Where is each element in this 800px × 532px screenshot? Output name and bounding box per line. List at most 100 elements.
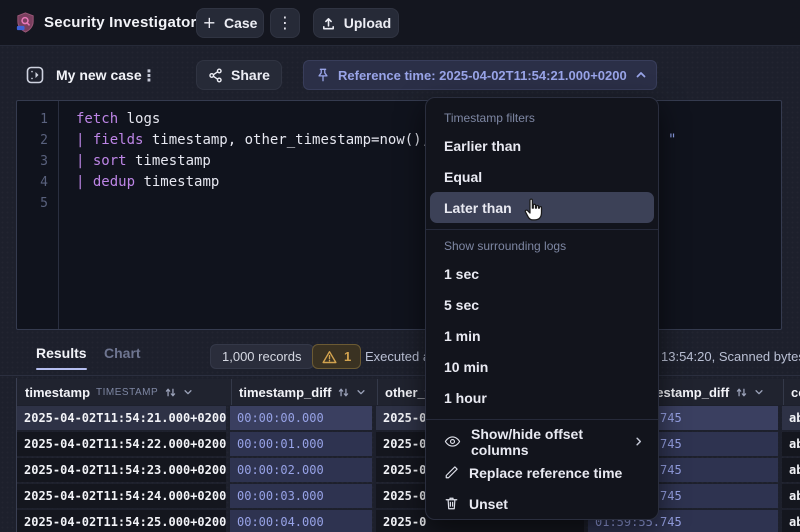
table-cell: 2025-04-02T11:54:23.000+0200 [17,458,226,482]
sort-icon[interactable] [337,386,350,399]
trash-icon [444,496,459,511]
active-tab-underline [36,368,87,370]
new-case-button[interactable]: + Case [196,8,264,38]
top-bar: Security Investigator + Case ⋮ Upload [0,0,800,46]
security-investigator-app: Security Investigator + Case ⋮ Upload My… [0,0,800,532]
menu-item-later-than[interactable]: Later than [430,192,654,223]
kebab-icon: ⋮ [277,15,293,31]
pencil-icon [444,465,459,480]
eye-icon [444,433,461,450]
warning-badge[interactable]: 1 [312,344,361,369]
tab-results[interactable]: Results [36,345,87,361]
query-editor[interactable]: 12345 fetch logs | fields timestamp, othe… [16,100,782,330]
upload-icon [321,16,336,31]
menu-item-label: 10 min [444,359,488,375]
menu-item-label: 1 hour [444,390,487,406]
menu-item-earlier-than[interactable]: Earlier than [426,130,658,161]
reference-time-label: Reference time: 2025-04-02T11:54:21.000+… [338,68,627,83]
menu-item-1-hour[interactable]: 1 hour [426,382,658,413]
table-cell: 2025-04-02T11:54:21.000+0200 [17,406,226,430]
records-count-badge: 1,000 records [210,344,314,369]
topbar-more-options-button[interactable]: ⋮ [270,8,300,38]
menu-item-1-sec[interactable]: 1 sec [426,258,658,289]
menu-item-label: Replace reference time [469,465,622,481]
share-button[interactable]: Share [196,60,282,90]
line-number: 5 [17,193,58,214]
panel-toggle-icon[interactable] [26,66,44,84]
line-number: 2 [17,130,58,151]
column-header-timestamp[interactable]: timestamp TIMESTAMP [18,379,227,405]
menu-item-label: 1 min [444,328,481,344]
menu-item-label: Unset [469,496,508,512]
line-number: 1 [17,109,58,130]
code-keyword: | dedup [76,174,135,190]
table-cell: ab [782,458,800,482]
code-text-fragment: " [668,130,676,151]
menu-item-5-sec[interactable]: 5 sec [426,289,658,320]
menu-item-label: Later than [444,200,512,216]
case-more-options-icon[interactable]: ⋮ [141,66,157,85]
share-icon [208,68,223,83]
table-cell: ab [782,432,800,456]
plus-icon: + [203,15,216,31]
table-cell: 00:00:04.000 [230,510,372,532]
menu-item-unset[interactable]: Unset [426,488,658,519]
column-type-label: TIMESTAMP [96,387,158,398]
column-header-co[interactable]: co [783,379,800,405]
chevron-down-icon[interactable] [754,387,764,397]
code-text: timestamp, other_timestamp=now(), [143,132,430,148]
menu-item-show-hide-offset-columns[interactable]: Show/hide offset columns [426,426,658,457]
chevron-up-icon [635,69,647,81]
code-text: logs [118,111,160,127]
column-name: timestamp [25,385,90,400]
table-cell: 00:00:00.000 [230,406,372,430]
table-cell: ab [782,484,800,508]
case-title: My new case [56,67,142,83]
execution-status-left: Executed a [365,349,430,364]
menu-item-label: Earlier than [444,138,521,154]
table-cell: 2025-04-02T11:54:25.000+0200 [17,510,226,532]
column-header-timestamp_diff[interactable]: timestamp_diff [231,379,373,405]
execution-status-right: 13:54:20, Scanned bytes: 1 0 [661,349,800,364]
code-lines: fetch logs | fields timestamp, other_time… [59,101,781,329]
menu-section-label: Show surrounding logs [426,236,658,258]
code-keyword: | fields [76,132,143,148]
menu-item-1-min[interactable]: 1 min [426,320,658,351]
code-text: timestamp [135,174,219,190]
app-logo-shield-icon [14,11,37,34]
code-keyword: | sort [76,153,127,169]
app-title: Security Investigator [44,14,197,31]
warning-triangle-icon [322,350,337,364]
tab-chart[interactable]: Chart [104,345,141,361]
results-divider [0,375,800,376]
chevron-down-icon[interactable] [183,387,193,397]
menu-item-equal[interactable]: Equal [426,161,658,192]
chevron-down-icon[interactable] [356,387,366,397]
menu-item-label: 5 sec [444,297,479,313]
code-keyword: fetch [76,111,118,127]
column-name: co [791,385,800,400]
records-count-label: 1,000 records [222,349,302,364]
table-cell: 2025-04-02T11:54:24.000+0200 [17,484,226,508]
menu-item-label: Equal [444,169,482,185]
menu-divider [426,419,658,420]
menu-item-replace-reference-time[interactable]: Replace reference time [426,457,658,488]
warning-count: 1 [344,349,351,364]
pin-icon [316,68,330,82]
menu-item-10-min[interactable]: 10 min [426,351,658,382]
table-cell: 00:00:02.000 [230,458,372,482]
reference-time-menu: Timestamp filters Earlier than Equal Later … [425,97,659,520]
table-header-row: timestampTIMESTAMP timestamp_diff other_… [17,379,800,405]
sort-icon[interactable] [164,386,177,399]
line-number: 4 [17,172,58,193]
editor-gutter: 12345 [17,101,59,329]
menu-item-label: Show/hide offset columns [471,426,623,458]
table-cell: 2025-04-02T11:54:22.000+0200 [17,432,226,456]
sort-icon[interactable] [735,386,748,399]
menu-section-label: Timestamp filters [426,108,658,130]
table-cell: 00:00:03.000 [230,484,372,508]
upload-button-label: Upload [344,15,391,31]
column-name: timestamp_diff [239,385,331,400]
reference-time-chip[interactable]: Reference time: 2025-04-02T11:54:21.000+… [303,60,657,90]
upload-button[interactable]: Upload [313,8,399,38]
